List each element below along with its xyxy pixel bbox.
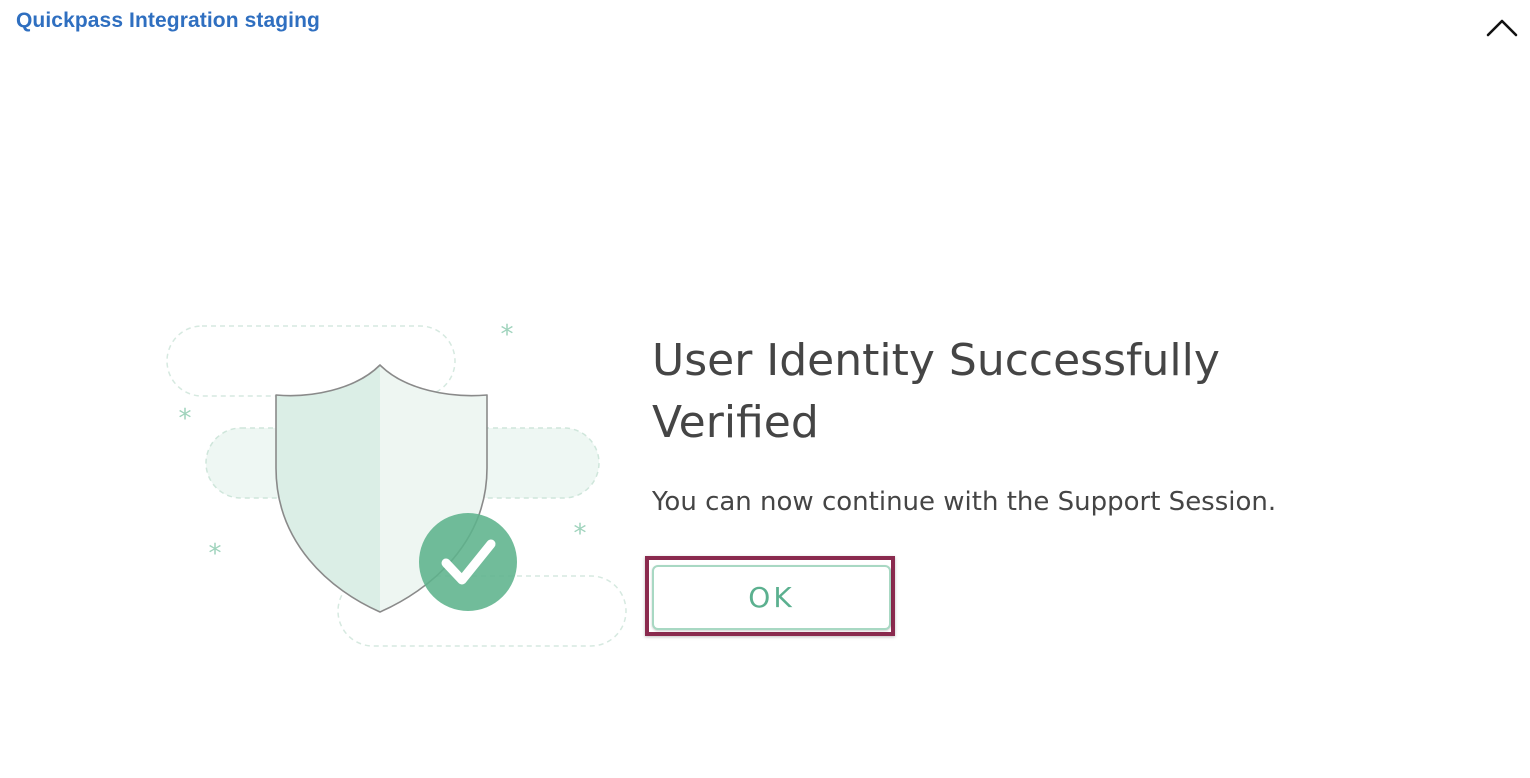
app-title: Quickpass Integration staging bbox=[16, 9, 320, 32]
svg-text:*: * bbox=[574, 519, 587, 549]
shield-check-icon: * * * * bbox=[160, 318, 640, 658]
svg-text:*: * bbox=[209, 539, 222, 569]
svg-text:*: * bbox=[179, 404, 192, 434]
chevron-up-icon[interactable] bbox=[1484, 14, 1520, 42]
svg-text:*: * bbox=[501, 320, 514, 350]
status-message: You can now continue with the Support Se… bbox=[652, 487, 1277, 517]
verification-page: Quickpass Integration staging * * * * Us… bbox=[0, 0, 1530, 778]
page-title: User Identity Successfully Verified bbox=[652, 335, 1220, 448]
ok-button[interactable]: OK bbox=[652, 565, 891, 630]
